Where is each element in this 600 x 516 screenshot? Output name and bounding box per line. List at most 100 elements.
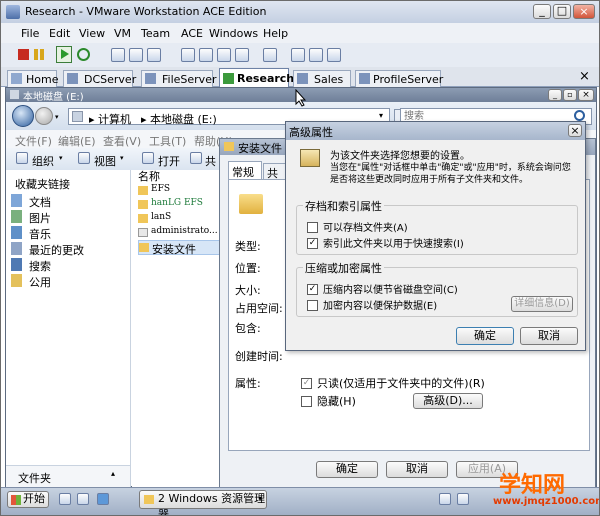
address-dropdown-icon[interactable]: ▾: [379, 111, 383, 120]
close-button[interactable]: ×: [573, 4, 595, 19]
menu-edit[interactable]: Edit: [49, 27, 70, 40]
index-label: 索引此文件夹以用于快速搜索(I): [323, 239, 464, 250]
fav-documents[interactable]: 文档: [11, 193, 126, 209]
taskbar-explorer-button[interactable]: 2 Windows 资源管理器 ▾: [139, 490, 267, 515]
menu-view-cn[interactable]: 查看(V): [103, 133, 141, 149]
tab-profileserver[interactable]: ProfileServer: [355, 70, 443, 87]
properties-cancel-button[interactable]: 取消: [386, 461, 448, 478]
menu-vm[interactable]: VM: [114, 27, 131, 40]
team-settings-icon[interactable]: [217, 48, 231, 62]
documents-icon: [11, 194, 22, 207]
revert-icon[interactable]: [129, 48, 143, 62]
archive-label: 可以存档文件夹(A): [323, 223, 408, 234]
snapshot-icon[interactable]: [111, 48, 125, 62]
reset-icon[interactable]: [77, 48, 90, 61]
tab-fileserver[interactable]: FileServer: [141, 70, 216, 87]
suspend-icon-2: [40, 49, 44, 60]
index-checkbox[interactable]: ✓: [307, 238, 318, 249]
advanced-button[interactable]: 高级(D)...: [413, 393, 483, 409]
tab-label: Research: [237, 72, 295, 85]
team-icon[interactable]: [181, 48, 195, 62]
maximize-button[interactable]: □: [553, 4, 571, 19]
summary-view-icon[interactable]: [309, 48, 323, 62]
share-icon: [190, 152, 202, 164]
vmware-logo-icon: [6, 5, 20, 19]
forward-button[interactable]: [35, 107, 53, 125]
menu-file[interactable]: File: [21, 27, 39, 40]
file-item[interactable]: administrato...: [138, 226, 222, 240]
public-icon: [11, 274, 22, 287]
file-item[interactable]: EFS: [138, 184, 222, 198]
file-item-selected[interactable]: 安装文件: [138, 240, 222, 256]
show-desktop-icon[interactable]: [59, 493, 71, 505]
history-dropdown-icon[interactable]: ▾: [55, 113, 59, 121]
tray-network-icon[interactable]: [439, 493, 451, 505]
open-button[interactable]: 打开: [158, 153, 180, 169]
search-icon[interactable]: [574, 110, 585, 121]
power-off-icon[interactable]: [18, 49, 29, 60]
archive-checkbox[interactable]: [307, 222, 318, 233]
folder-icon: [139, 243, 149, 252]
readonly-label: 只读(仅适用于文件夹中的文件)(R): [317, 377, 485, 390]
quick-switch-icon[interactable]: [263, 48, 277, 62]
ie-icon[interactable]: [97, 493, 109, 505]
explorer-restore-button[interactable]: ▫: [563, 89, 577, 101]
tab-dcserver[interactable]: DCServer: [63, 70, 136, 87]
menu-team[interactable]: Team: [141, 27, 170, 40]
folder-icon: [144, 495, 154, 504]
encrypt-checkbox[interactable]: [307, 300, 318, 311]
details-button[interactable]: 详细信息(D): [511, 296, 573, 312]
explorer-close-button[interactable]: ×: [578, 89, 594, 101]
explorer-minimize-button[interactable]: _: [548, 89, 562, 101]
breadcrumb-drive[interactable]: ▸ 本地磁盘 (E:): [141, 111, 217, 127]
tab-home[interactable]: Home: [7, 70, 58, 87]
team-power-icon[interactable]: [199, 48, 213, 62]
organize-button[interactable]: 组织: [32, 153, 54, 169]
advanced-ok-button[interactable]: 确定: [456, 327, 514, 345]
start-button[interactable]: 开始: [7, 491, 49, 508]
views-button[interactable]: 视图: [94, 153, 116, 169]
team-reset-icon[interactable]: [235, 48, 249, 62]
menu-view[interactable]: View: [79, 27, 105, 40]
tab-general[interactable]: 常规: [228, 161, 262, 179]
properties-ok-button[interactable]: 确定: [316, 461, 378, 478]
watermark-url: www.jmqz1000.com: [493, 496, 600, 507]
menu-windows[interactable]: Windows: [209, 27, 258, 40]
app-title: Research - VMware Workstation ACE Editio…: [25, 5, 267, 18]
readonly-checkbox[interactable]: ✓: [301, 378, 312, 389]
close-tab-icon[interactable]: ×: [579, 69, 590, 84]
share-button[interactable]: 共: [205, 153, 216, 169]
compress-checkbox[interactable]: ✓: [307, 284, 318, 295]
folder-icon: [138, 214, 148, 223]
fullscreen-icon[interactable]: [291, 48, 305, 62]
switch-windows-icon[interactable]: [77, 493, 89, 505]
minimize-button[interactable]: _: [533, 4, 551, 19]
folders-bar[interactable]: 文件夹 ▴: [6, 465, 130, 487]
menu-ace[interactable]: ACE: [181, 27, 203, 40]
fav-recent[interactable]: 最近的更改: [11, 241, 126, 257]
fav-searches[interactable]: 搜索: [11, 257, 126, 273]
menu-tools-cn[interactable]: 工具(T): [149, 133, 186, 149]
advanced-cancel-button[interactable]: 取消: [520, 327, 578, 345]
column-header-name[interactable]: 名称: [138, 168, 160, 184]
back-button[interactable]: [12, 105, 34, 127]
tab-research[interactable]: Research: [219, 68, 294, 88]
tab-sales[interactable]: Sales: [293, 70, 351, 87]
advanced-close-button[interactable]: ×: [568, 124, 582, 137]
breadcrumb-computer[interactable]: ▸ 计算机: [89, 111, 131, 127]
menu-edit-cn[interactable]: 编辑(E): [58, 133, 96, 149]
tray-volume-icon[interactable]: [457, 493, 469, 505]
menu-file-cn[interactable]: 文件(F): [15, 133, 52, 149]
vm-icon: [297, 73, 308, 84]
menu-help[interactable]: Help: [263, 27, 288, 40]
console-view-icon[interactable]: [327, 48, 341, 62]
hidden-checkbox[interactable]: [301, 396, 312, 407]
fav-public[interactable]: 公用: [11, 273, 126, 289]
fav-music[interactable]: 音乐: [11, 225, 126, 241]
start-label: 开始: [23, 492, 45, 505]
snapshot-manager-icon[interactable]: [147, 48, 161, 62]
fav-pictures[interactable]: 图片: [11, 209, 126, 225]
file-item[interactable]: hanLG EFS: [138, 198, 222, 212]
suspend-icon[interactable]: [34, 49, 38, 60]
file-item[interactable]: lanS: [138, 212, 222, 226]
